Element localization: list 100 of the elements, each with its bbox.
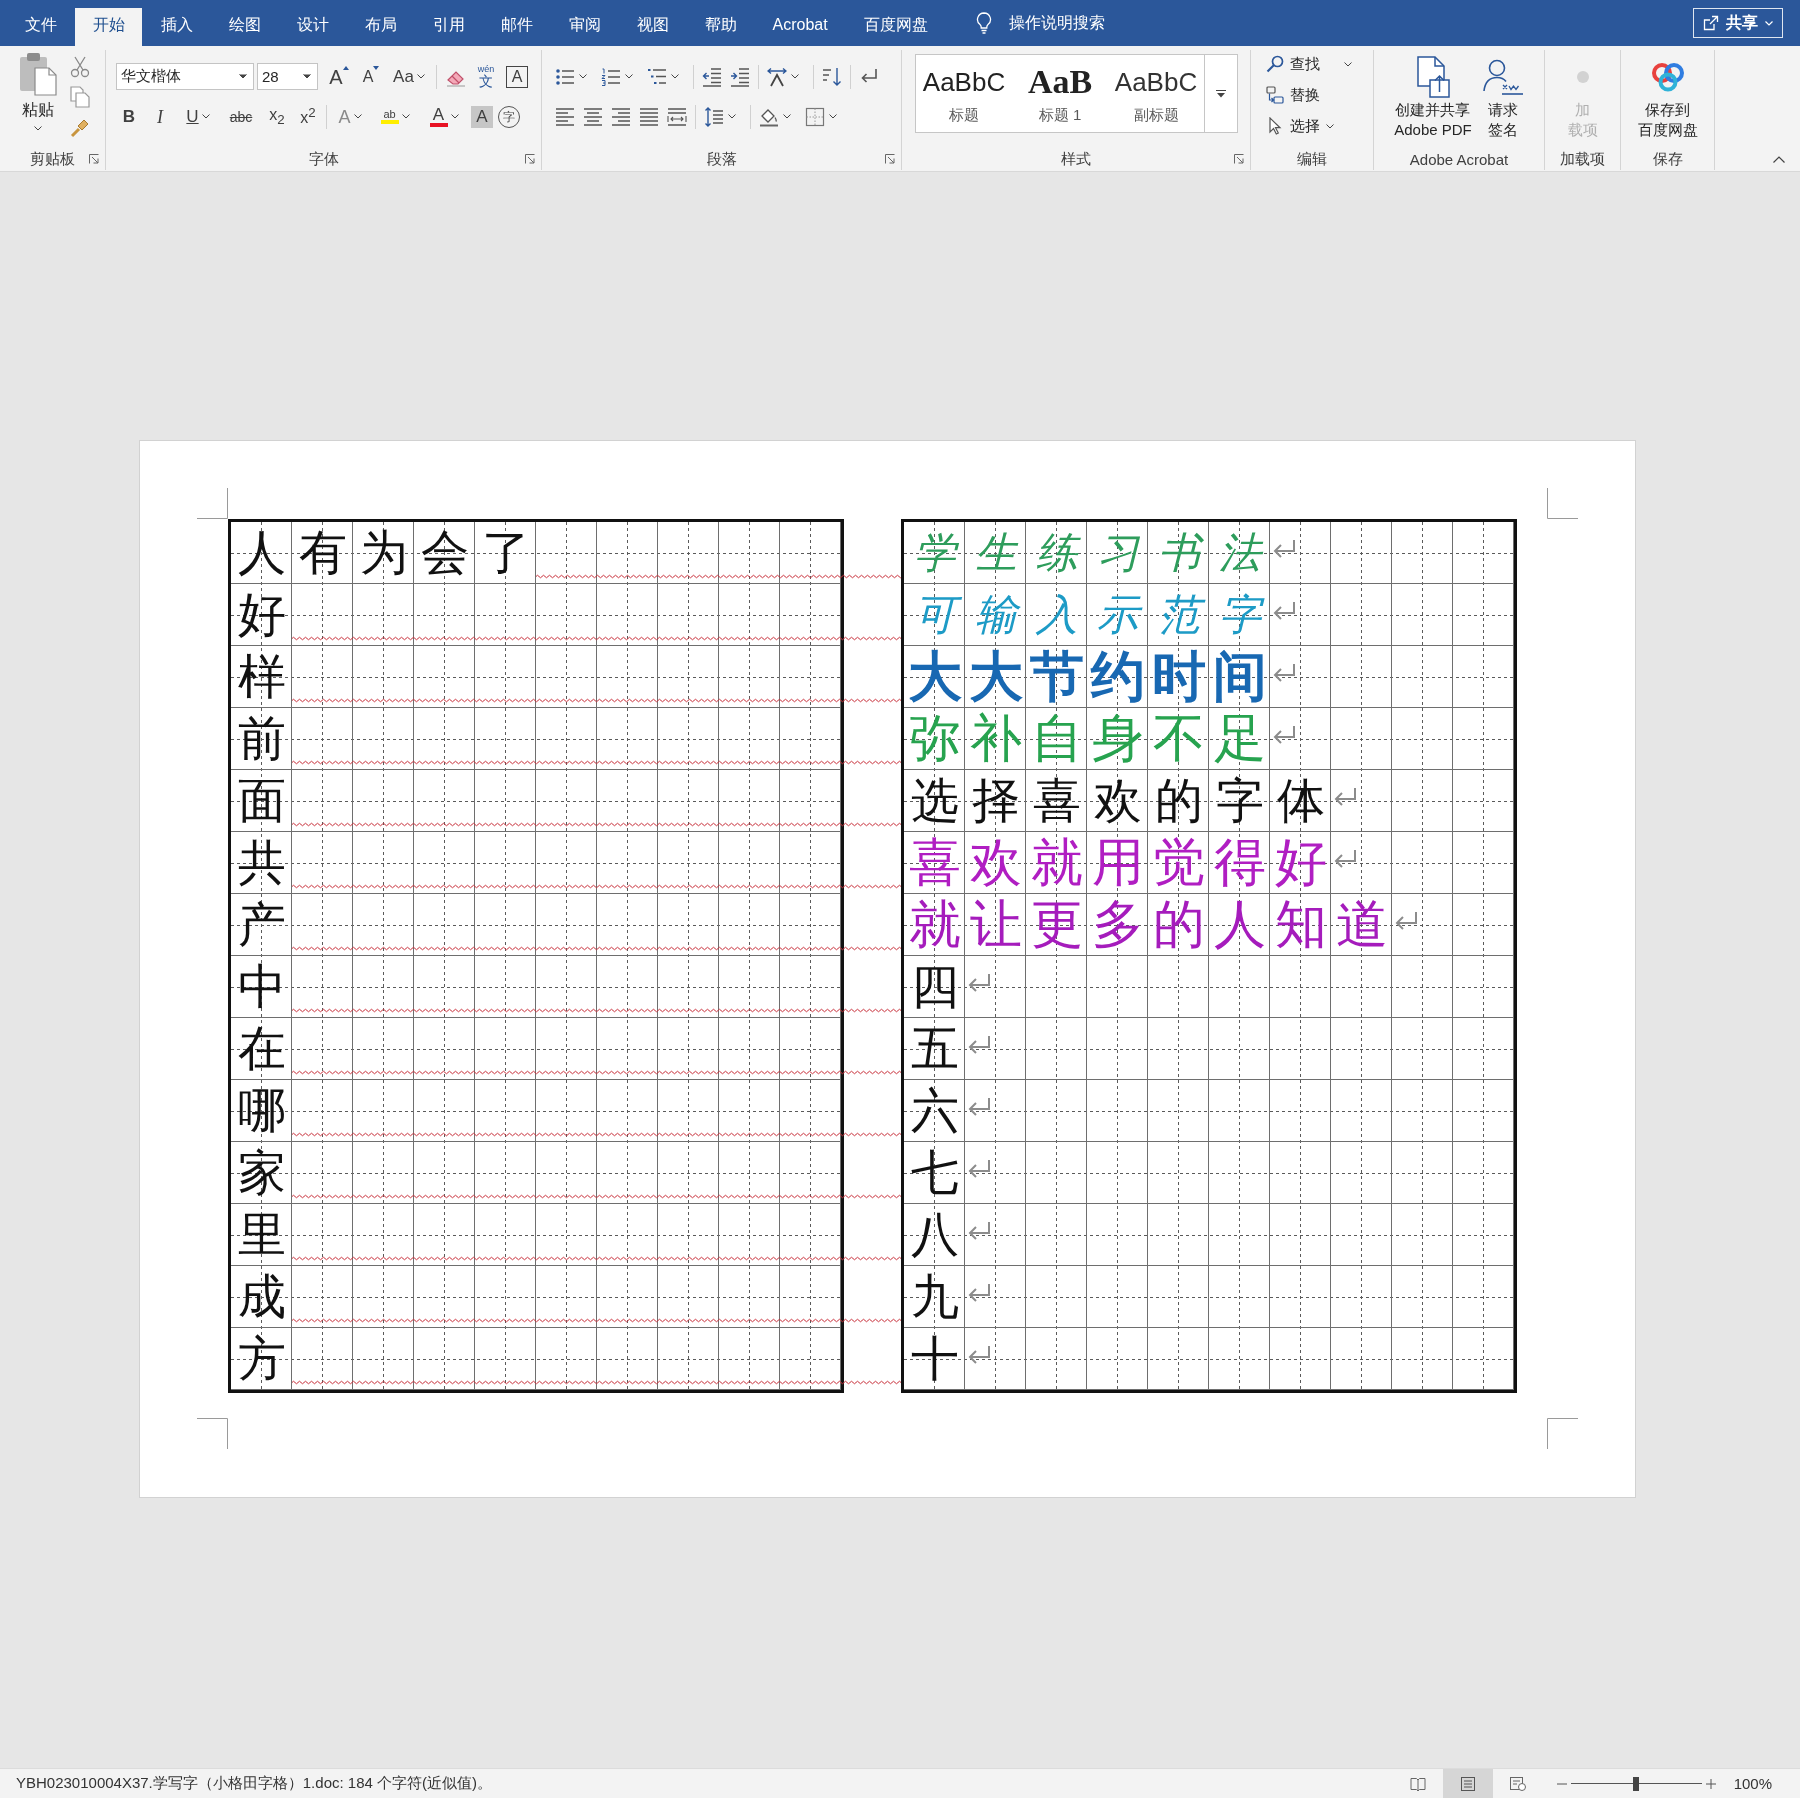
book-icon [1409, 1776, 1426, 1791]
create-pdf-button[interactable]: 创建并共享 Adobe PDF [1394, 54, 1472, 148]
ribbon-tab[interactable]: 文件 [7, 8, 74, 46]
replace-button[interactable]: 替换 [1266, 82, 1373, 108]
align-left-icon[interactable] [555, 106, 575, 127]
find-button[interactable]: 查找 [1266, 51, 1373, 77]
caret-icon[interactable] [625, 74, 633, 79]
distributed-icon[interactable] [667, 106, 687, 127]
numbering-icon[interactable] [601, 66, 621, 87]
sample-text: 选择喜欢的字体 [909, 773, 1338, 829]
practice-text: 成 [236, 1269, 299, 1325]
change-case-button[interactable]: Aa [391, 63, 427, 90]
collapse-ribbon-icon[interactable] [1773, 156, 1785, 163]
sample-text: 五 [909, 1021, 972, 1077]
ribbon-tab[interactable]: 设计 [279, 8, 346, 46]
ribbon-tab[interactable]: 开始 [75, 8, 142, 46]
caret-icon[interactable] [728, 114, 736, 119]
grow-font-button[interactable]: A [327, 63, 351, 90]
sort-icon[interactable] [822, 66, 842, 87]
share-icon [1703, 15, 1719, 31]
practice-text: 方 [236, 1331, 299, 1387]
caret-icon [416, 74, 425, 79]
caret-icon [239, 74, 247, 79]
caret-icon[interactable] [783, 114, 791, 119]
italic-button[interactable]: I [147, 103, 173, 130]
decrease-indent-icon[interactable] [702, 66, 722, 87]
asian-layout-icon[interactable] [767, 66, 787, 87]
ribbon-tab[interactable]: 布局 [347, 8, 414, 46]
practice-text: 人有为会了 [236, 525, 543, 581]
ribbon-tab[interactable]: 引用 [415, 8, 482, 46]
share-button[interactable]: 共享 [1693, 8, 1783, 38]
bullets-icon[interactable] [555, 66, 575, 87]
replace-icon [1266, 86, 1284, 104]
ribbon-tab[interactable]: Acrobat [755, 8, 846, 46]
ribbon-tab[interactable]: 帮助 [687, 8, 754, 46]
character-shading-button[interactable]: A [471, 105, 493, 128]
shrink-font-button[interactable]: A [360, 63, 382, 90]
caret-icon[interactable] [671, 74, 679, 79]
practice-text: 好 [236, 587, 299, 643]
ribbon-tab[interactable]: 绘图 [211, 8, 278, 46]
style-item[interactable]: AaB 标题 1 [1012, 55, 1108, 132]
sample-text: 四 [909, 959, 972, 1015]
dialog-launcher-icon[interactable] [1234, 154, 1244, 164]
group-label: 编辑 [1297, 149, 1327, 169]
caret-icon[interactable] [791, 74, 799, 79]
character-border-button[interactable]: A [506, 65, 528, 88]
pointer-icon [1266, 117, 1284, 135]
select-button[interactable]: 选择 [1266, 113, 1373, 139]
multilevel-list-icon[interactable] [647, 66, 667, 87]
bold-button[interactable]: B [116, 103, 142, 130]
caret-icon [450, 114, 459, 119]
line-spacing-icon[interactable] [704, 106, 724, 127]
sample-text: 七 [909, 1145, 972, 1201]
ribbon-tab[interactable]: 插入 [143, 8, 210, 46]
strikethrough-button[interactable]: abc [223, 103, 259, 130]
scissors-icon[interactable] [70, 56, 90, 78]
align-center-icon[interactable] [583, 106, 603, 127]
font-size-field[interactable]: 28 [257, 63, 318, 90]
font-color-button[interactable]: A [422, 103, 466, 130]
print-layout-button[interactable] [1442, 1769, 1493, 1798]
caret-icon[interactable] [829, 114, 837, 119]
zoom-percent[interactable]: 100% [1733, 1775, 1772, 1792]
caret-icon[interactable] [579, 74, 587, 79]
underline-button[interactable]: U [178, 103, 218, 130]
style-item[interactable]: AaBbC 副标题 [1108, 55, 1204, 132]
style-item[interactable]: AaBbC 标题 [916, 55, 1012, 132]
caret-icon [353, 114, 362, 119]
save-to-cloud-button[interactable]: 保存到 百度网盘 [1637, 54, 1698, 148]
superscript-button[interactable]: x$^{2}$ [295, 103, 321, 130]
dialog-launcher-icon[interactable] [885, 154, 895, 164]
ribbon-tab[interactable]: 视图 [619, 8, 686, 46]
lightbulb-icon[interactable] [976, 12, 993, 34]
request-signature-button[interactable]: 请求 签名 [1481, 54, 1524, 148]
align-right-icon[interactable] [611, 106, 631, 127]
plus-icon[interactable] [1705, 1778, 1716, 1789]
cloud-rings-icon [1649, 62, 1686, 92]
zoom-slider-thumb[interactable] [1633, 1776, 1640, 1791]
ribbon-tab[interactable]: 百度网盘 [846, 8, 946, 46]
font-name-field[interactable]: 华文楷体 [116, 63, 254, 90]
ribbon-tab[interactable]: 邮件 [483, 8, 550, 46]
practice-text: 产 [236, 897, 299, 953]
phonetic-guide-button[interactable]: wén 文 [475, 63, 497, 90]
caret-icon [201, 114, 210, 119]
increase-indent-icon[interactable] [730, 66, 750, 87]
group-label: 字体 [308, 149, 339, 169]
group-label: 剪贴板 [30, 149, 75, 169]
dialog-launcher-icon[interactable] [89, 154, 99, 164]
tell-me-search[interactable]: 操作说明搜索 [1009, 12, 1106, 34]
subscript-button[interactable]: x$_{2}$ [264, 103, 290, 130]
group-label: 保存 [1652, 149, 1683, 169]
ribbon-tab[interactable]: 审阅 [551, 8, 618, 46]
caret-icon [401, 114, 410, 119]
corner-mark-icon [1547, 1418, 1578, 1449]
paste-button[interactable]: 粘贴 [12, 50, 64, 148]
highlight-button[interactable]: ab [373, 103, 417, 130]
borders-icon[interactable] [805, 106, 825, 127]
justify-icon[interactable] [639, 106, 659, 127]
clipboard-icon [19, 52, 57, 96]
dialog-launcher-icon[interactable] [525, 154, 535, 164]
status-text: YBH023010004X37.学写字（小格田字格）1.doc: 184 个字符(近似值)。 [16, 1774, 492, 1793]
